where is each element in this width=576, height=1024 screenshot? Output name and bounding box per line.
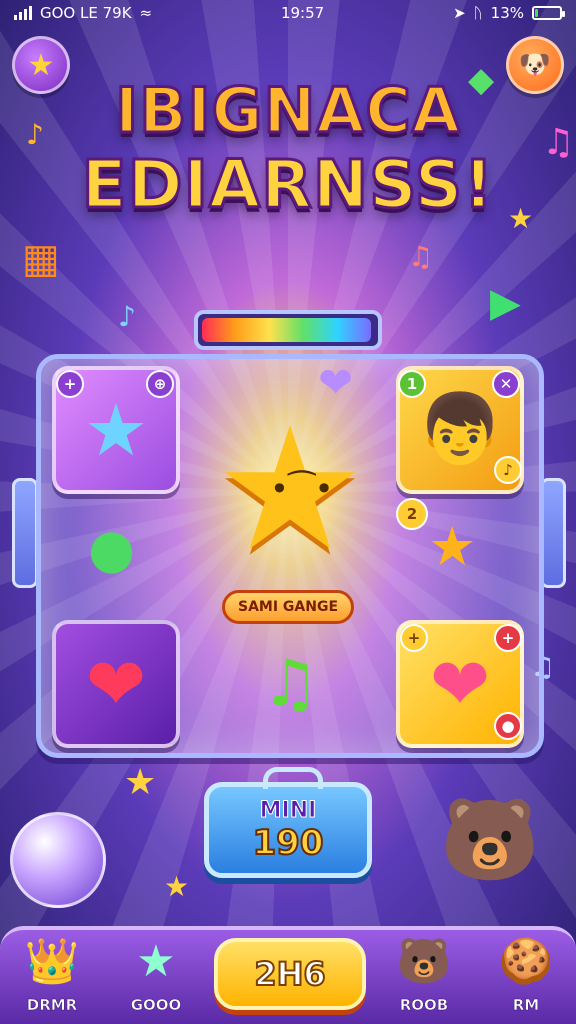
clock: 19:57 — [280, 4, 325, 22]
gem-icon: ◆ — [468, 60, 495, 100]
tile-badge-option[interactable]: ⊕ — [146, 370, 174, 398]
tile-balloon[interactable]: ❤ — [52, 620, 180, 748]
left-side-tab[interactable] — [12, 478, 38, 588]
music-note-icon: ♫ — [542, 122, 575, 163]
music-note-icon: ♫ — [408, 240, 434, 273]
sparkle-star-icon: ★ — [164, 870, 190, 903]
music-note-icon: ♪ — [118, 300, 136, 333]
side-badge[interactable]: 2 — [396, 498, 428, 530]
gem-crown-icon: 👑 — [24, 936, 80, 987]
status-right: ➤ ᚢ 13% — [453, 4, 565, 22]
sparkle-star-icon: ★ — [508, 202, 534, 235]
star-face-icon: •⁀• — [270, 470, 334, 508]
score-value: 190 — [252, 822, 325, 864]
candy-icon: ▦ — [22, 236, 60, 282]
level-progress-fill — [202, 318, 371, 342]
star-badge-icon: ★ — [136, 936, 176, 987]
status-left: GOO LE 79K ≈ — [14, 4, 152, 22]
boy-icon: 👦 — [417, 390, 503, 469]
bear-mascot-icon: 🐻 — [440, 793, 540, 886]
nav-item-rm[interactable]: 🍪 RM — [486, 936, 566, 1020]
heart-gem-icon: ❤ — [429, 642, 491, 726]
battery-fill — [535, 9, 539, 17]
green-music-note-icon[interactable]: ♫ — [262, 652, 319, 716]
tile-badge-add[interactable]: + — [400, 624, 428, 652]
battery-percent: 13% — [490, 4, 524, 22]
yellow-creature-icon[interactable]: ★ — [428, 520, 476, 574]
game-title-line2: EDIARNSS! — [80, 145, 495, 225]
nav-item-gooo[interactable]: ★ GOOO — [116, 936, 196, 1020]
tile-badge-dot[interactable]: ● — [494, 712, 522, 740]
cookie-icon: 🍪 — [498, 936, 554, 987]
center-label: SAMI GANGE — [222, 590, 354, 624]
location-icon: ➤ — [453, 4, 466, 22]
nav-item-roob[interactable]: 🐻 ROOB — [384, 936, 464, 1020]
score-panel[interactable]: MINI 190 — [204, 767, 372, 878]
carrier-label: GOO LE 79K — [40, 4, 132, 22]
play-gem-icon: ▶ — [490, 280, 521, 326]
status-bar: GOO LE 79K ≈ 19:57 ➤ ᚢ 13% — [0, 0, 576, 26]
green-balloon-icon[interactable]: ● — [88, 522, 135, 576]
battery-icon — [532, 6, 565, 20]
nav-label: DRMR — [26, 996, 78, 1015]
score-label: MINI — [259, 797, 317, 823]
blue-pet-icon: 🐻 — [396, 936, 452, 987]
wifi-icon: ≈ — [139, 4, 153, 22]
tile-badge-add[interactable]: + — [494, 624, 522, 652]
level-progress-bar — [194, 310, 382, 350]
signal-icon — [14, 6, 32, 20]
score-panel-handle — [263, 767, 323, 789]
bluetooth-icon: ᚢ — [473, 4, 483, 22]
music-note-icon: ♪ — [26, 118, 44, 151]
nav-label: GOOO — [130, 996, 182, 1015]
nav-label: RM — [512, 996, 540, 1015]
nav-label: ROOB — [399, 996, 449, 1015]
tile-badge-add[interactable]: + — [56, 370, 84, 398]
tile-badge-count[interactable]: 1 — [398, 370, 426, 398]
sparkle-star-icon: ★ — [124, 762, 157, 803]
nav-item-drmr[interactable]: 👑 DRMR — [12, 936, 92, 1020]
tile-badge-close[interactable]: ✕ — [492, 370, 520, 398]
tile-badge-music[interactable]: ♪ — [494, 456, 522, 484]
game-title-line1: IBIGNACA — [114, 73, 462, 149]
star-icon: ★ — [83, 388, 149, 472]
play-button[interactable]: 2H6 — [214, 938, 366, 1010]
balloon-icon: ❤ — [85, 642, 147, 726]
bubble-orb-icon[interactable] — [10, 812, 106, 908]
